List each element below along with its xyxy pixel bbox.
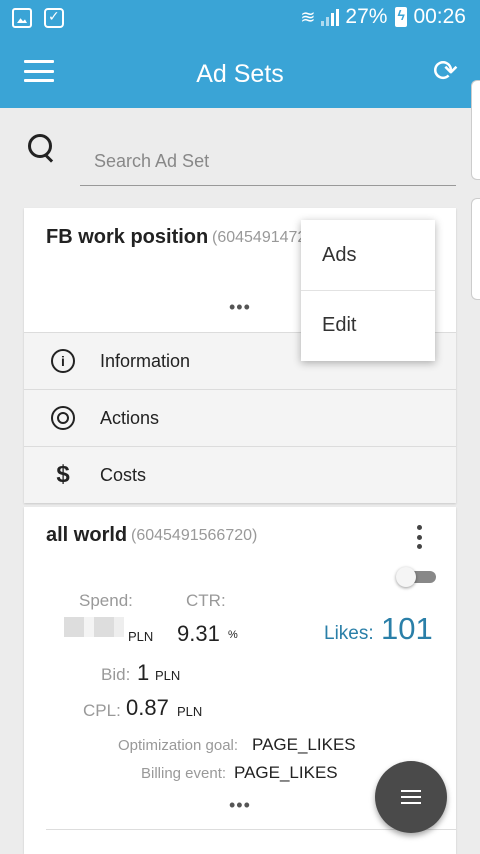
spend-unit: PLN: [128, 629, 154, 644]
costs-label: Costs: [100, 464, 147, 485]
redacted-spend-value: [64, 617, 124, 637]
cpl-label: CPL:: [83, 701, 121, 720]
actions-label: Actions: [100, 407, 160, 428]
ad-set-name: all world: [46, 524, 128, 546]
target-icon: [51, 406, 75, 430]
billing-event-label: Billing event:: [141, 765, 227, 782]
app-bar: Ad Sets ⟳: [0, 36, 480, 108]
fab-menu-button[interactable]: [375, 761, 447, 833]
overflow-menu-icon[interactable]: [414, 525, 424, 549]
optimization-goal-value: PAGE_LIKES: [252, 735, 356, 754]
more-ellipsis-icon[interactable]: •••: [229, 796, 251, 814]
ctr-unit: %: [228, 629, 238, 641]
signal-icon: [321, 8, 340, 26]
search-input[interactable]: [80, 138, 456, 186]
battery-percent: 27%: [345, 5, 388, 28]
billing-event-value: PAGE_LIKES: [234, 763, 338, 782]
ctr-label: CTR:: [186, 591, 226, 610]
spend-label: Spend:: [79, 591, 133, 610]
costs-row[interactable]: $ Costs: [24, 446, 456, 503]
likes-label: Likes:: [324, 623, 374, 644]
clock: 00:26: [413, 5, 466, 28]
likes-value: 101: [381, 611, 433, 646]
information-label: Information: [100, 350, 191, 371]
more-ellipsis-icon[interactable]: •••: [229, 298, 251, 316]
ad-set-name: FB work position: [46, 226, 209, 248]
search-bar: [28, 132, 458, 188]
search-icon[interactable]: [28, 134, 56, 164]
battery-charging-icon: [395, 7, 408, 27]
refresh-icon[interactable]: ⟳: [433, 54, 458, 89]
bid-value: 1: [137, 660, 150, 685]
info-icon: i: [51, 349, 75, 373]
actions-row[interactable]: Actions: [24, 389, 456, 446]
side-drawer-handle[interactable]: [471, 198, 480, 300]
page-title: Ad Sets: [196, 60, 284, 88]
menu-item-edit[interactable]: Edit: [301, 290, 435, 360]
menu-icon: [401, 790, 421, 792]
dollar-icon: $: [56, 461, 70, 488]
briefcase-icon: [44, 8, 64, 28]
image-icon: [12, 8, 32, 28]
optimization-goal-label: Optimization goal:: [118, 737, 239, 754]
wifi-icon: ≋: [300, 6, 316, 27]
menu-item-ads[interactable]: Ads: [301, 220, 435, 290]
cpl-value: 0.87: [126, 695, 169, 720]
bid-unit: PLN: [155, 668, 181, 683]
side-drawer-handle[interactable]: [471, 80, 480, 180]
status-bar: ≋ 27% 00:26: [0, 0, 480, 36]
popup-menu: Ads Edit: [301, 220, 435, 361]
ad-set-toggle[interactable]: [396, 567, 436, 587]
bid-label: Bid:: [101, 665, 131, 684]
ad-set-id: (6045491472: [212, 229, 304, 246]
ctr-value: 9.31: [177, 621, 220, 646]
cpl-unit: PLN: [177, 704, 203, 719]
ad-set-id: (6045491566720): [131, 527, 258, 544]
